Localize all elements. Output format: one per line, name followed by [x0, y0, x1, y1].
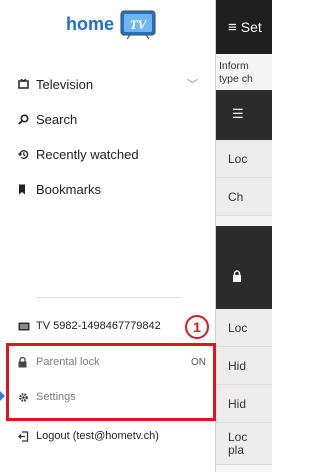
history-icon: [18, 149, 36, 160]
logo-badge: TV: [130, 17, 148, 32]
nav-item-search[interactable]: Search: [18, 108, 198, 130]
settings-row[interactable]: Hid: [216, 385, 272, 423]
list-icon: ☰: [232, 106, 244, 121]
search-icon: [18, 113, 36, 125]
nav-item-label: Bookmarks: [36, 181, 102, 197]
nav-item-label: Recently watched: [36, 146, 139, 162]
settings-row-label: Hid: [228, 358, 247, 373]
nav-item-label: Search: [36, 111, 78, 127]
drawer-divider: [36, 297, 182, 298]
annotation-callout: 1: [185, 315, 209, 339]
info-text-line-1: Inform: [219, 60, 249, 72]
settings-row[interactable]: Loc pla: [216, 423, 272, 465]
settings-row-label: Loc: [228, 151, 248, 166]
section-header-lock: [216, 226, 272, 309]
settings-row-label-line-1: Loc: [228, 429, 248, 444]
settings-row[interactable]: Loc: [216, 309, 272, 347]
nav-item-logout[interactable]: Logout (test@hometv.ch): [18, 425, 214, 447]
logout-label: Logout (test@hometv.ch): [36, 430, 159, 442]
chevron-down-icon: ﹀: [187, 79, 198, 91]
settings-row-label-line-2: pla: [228, 442, 245, 457]
annotation-highlight-box: [6, 343, 216, 421]
settings-row-label: Loc pla: [228, 429, 248, 457]
settings-row-label: Ch: [228, 189, 244, 204]
device-label: TV 5982-1498467779842: [36, 320, 161, 332]
hamburger-icon[interactable]: ≡: [228, 19, 237, 36]
settings-row-label: Loc: [228, 320, 248, 335]
bookmark-icon: [18, 184, 36, 195]
hometv-logo: home TV: [66, 6, 160, 42]
info-text-line-2: type ch: [219, 73, 253, 85]
settings-row[interactable]: Ch: [216, 178, 272, 216]
nav-item-television[interactable]: Television ﹀: [18, 73, 198, 95]
tv-logo-icon: TV: [120, 10, 156, 40]
nav-item-recently-watched[interactable]: Recently watched: [18, 143, 198, 165]
app-bar-title: Set: [240, 19, 262, 35]
settings-row-label: Hid: [228, 396, 247, 411]
settings-row[interactable]: Loc: [216, 140, 272, 178]
nav-item-bookmarks[interactable]: Bookmarks: [18, 178, 198, 200]
section-header-list: [216, 90, 272, 140]
device-icon: [18, 322, 36, 331]
info-text: Inform type ch: [219, 60, 272, 86]
active-indicator: [0, 391, 5, 401]
logout-icon: [18, 430, 36, 442]
tv-icon: [18, 79, 36, 89]
callout-number: 1: [193, 319, 201, 335]
settings-app-bar: ≡ Set: [216, 0, 272, 54]
lock-icon: [232, 270, 242, 285]
logo-text: home: [66, 13, 115, 34]
nav-item-label: Television: [36, 76, 94, 92]
settings-row[interactable]: Hid: [216, 347, 272, 385]
